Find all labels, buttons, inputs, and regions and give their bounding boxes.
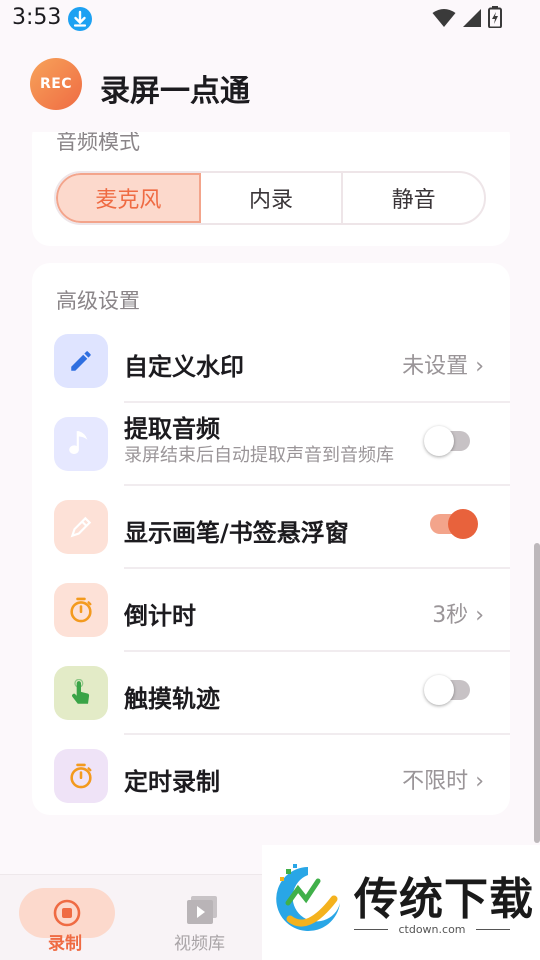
touch-trace-switch[interactable] bbox=[424, 675, 470, 705]
setting-row-scheduled-recording[interactable]: 定时录制 不限时 › bbox=[32, 735, 510, 818]
pen-icon bbox=[54, 500, 108, 554]
extract-audio-switch[interactable] bbox=[424, 426, 470, 456]
status-icons bbox=[432, 6, 502, 28]
site-watermark: 传统下载 ctdown.com bbox=[262, 845, 540, 960]
setting-label: 倒计时 bbox=[124, 602, 196, 630]
chevron-right-icon: › bbox=[475, 603, 484, 628]
audio-mode-card: 音频模式 麦克风 内录 静音 bbox=[32, 118, 510, 246]
download-icon bbox=[68, 7, 92, 31]
audio-option-internal[interactable]: 内录 bbox=[201, 173, 344, 223]
nav-record-label[interactable]: 录制 bbox=[48, 929, 82, 954]
music-note-icon bbox=[54, 417, 108, 471]
setting-value: 未设置 › bbox=[402, 354, 484, 379]
app-logo: REC bbox=[30, 58, 82, 110]
advanced-settings-title: 高级设置 bbox=[56, 289, 140, 313]
stopwatch-icon bbox=[54, 583, 108, 637]
audio-option-mute[interactable]: 静音 bbox=[343, 173, 484, 223]
advanced-settings-card: 高级设置 自定义水印 未设置 › 提取音频 录屏结束后自动提取声音到音频库 显示… bbox=[32, 263, 510, 815]
setting-label: 自定义水印 bbox=[124, 353, 244, 381]
battery-icon bbox=[488, 6, 502, 28]
wifi-icon bbox=[432, 9, 456, 27]
setting-description: 录屏结束后自动提取声音到音频库 bbox=[124, 445, 394, 466]
pencil-icon bbox=[54, 334, 108, 388]
chevron-right-icon: › bbox=[475, 354, 484, 379]
switch-knob bbox=[448, 509, 478, 539]
app-header: REC 录屏一点通 bbox=[0, 36, 540, 132]
setting-value: 不限时 › bbox=[402, 769, 484, 794]
divider bbox=[476, 929, 510, 930]
setting-label: 显示画笔/书签悬浮窗 bbox=[124, 519, 349, 547]
status-bar: 3:53 bbox=[0, 0, 540, 36]
nav-library-label[interactable]: 视频库 bbox=[174, 929, 225, 954]
scrollbar[interactable] bbox=[534, 543, 540, 843]
setting-value: 3秒 › bbox=[432, 603, 484, 628]
setting-row-watermark[interactable]: 自定义水印 未设置 › bbox=[32, 320, 510, 403]
setting-label: 触摸轨迹 bbox=[124, 685, 220, 713]
app-title: 录屏一点通 bbox=[100, 74, 250, 109]
watermark-text: 传统下载 bbox=[354, 874, 534, 925]
floating-pen-switch[interactable] bbox=[430, 509, 478, 539]
switch-knob bbox=[424, 426, 454, 456]
setting-row-touch-trace[interactable]: 触摸轨迹 bbox=[32, 652, 510, 735]
setting-label: 定时录制 bbox=[124, 768, 220, 796]
setting-row-extract-audio[interactable]: 提取音频 录屏结束后自动提取声音到音频库 bbox=[32, 403, 510, 486]
switch-knob bbox=[424, 675, 454, 705]
audio-option-microphone[interactable]: 麦克风 bbox=[56, 173, 201, 223]
watermark-logo-icon bbox=[276, 864, 340, 931]
setting-label: 提取音频 bbox=[124, 415, 220, 443]
tap-hand-icon bbox=[54, 666, 108, 720]
video-library-icon[interactable] bbox=[186, 895, 218, 925]
signal-icon bbox=[463, 9, 481, 27]
setting-row-floating-pen[interactable]: 显示画笔/书签悬浮窗 bbox=[32, 486, 510, 569]
stopwatch-icon bbox=[54, 749, 108, 803]
setting-row-countdown[interactable]: 倒计时 3秒 › bbox=[32, 569, 510, 652]
record-icon bbox=[53, 899, 81, 927]
chevron-right-icon: › bbox=[475, 769, 484, 794]
audio-mode-selector: 麦克风 内录 静音 bbox=[54, 171, 486, 225]
status-time: 3:53 bbox=[12, 5, 62, 30]
